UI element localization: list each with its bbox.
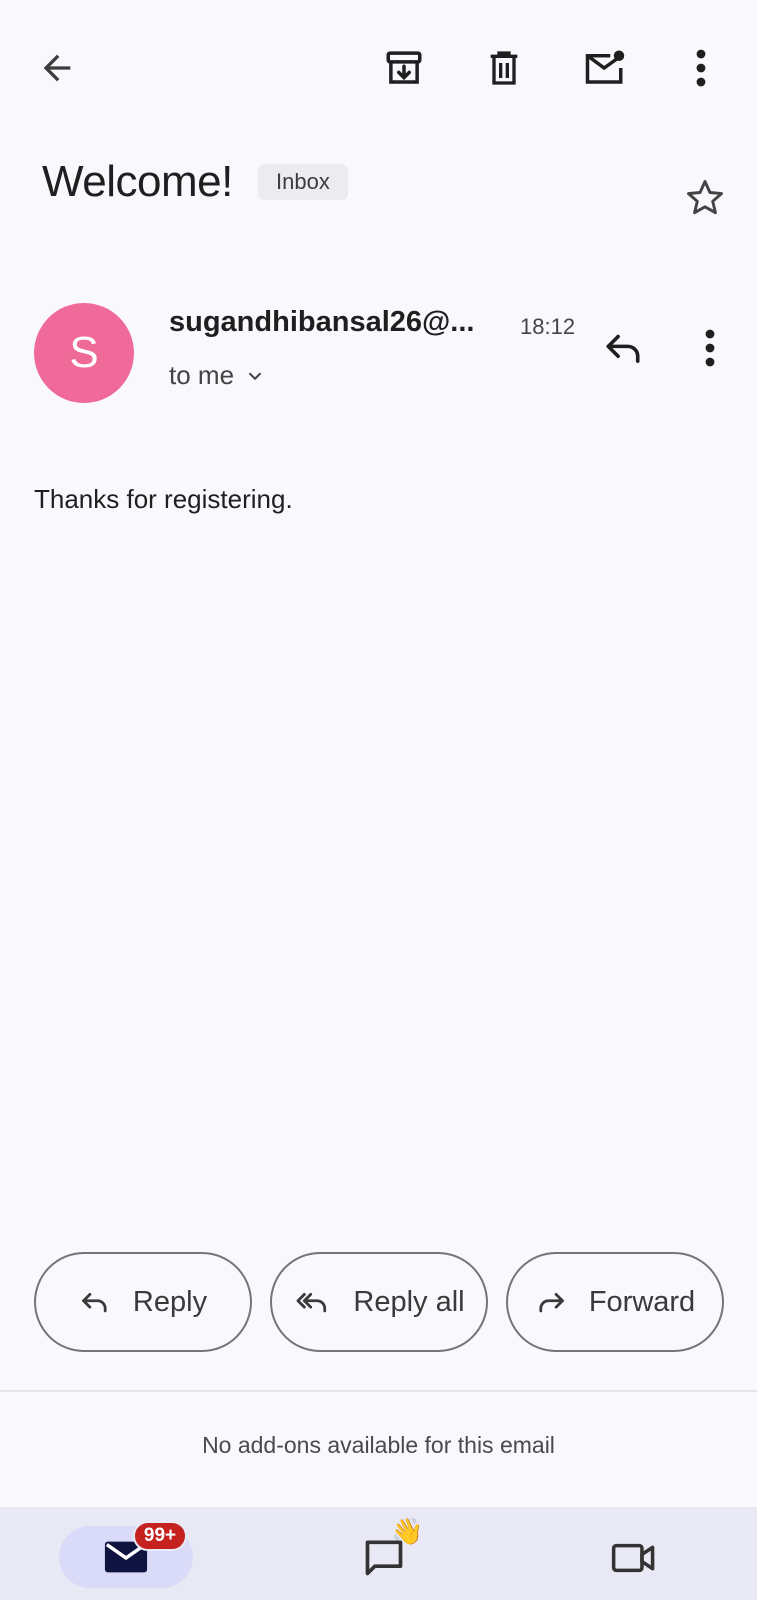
addons-divider <box>0 1390 757 1392</box>
star-icon <box>683 176 727 220</box>
reply-all-icon <box>293 1288 331 1316</box>
sender-name: sugandhibansal26@... <box>169 306 475 338</box>
reply-icon <box>79 1288 111 1316</box>
trash-icon <box>484 47 524 89</box>
forward-icon <box>535 1288 567 1316</box>
reply-button[interactable]: Reply <box>34 1252 252 1352</box>
more-options-button[interactable] <box>677 44 725 92</box>
more-vert-icon <box>695 48 707 88</box>
mark-unread-button[interactable] <box>580 44 630 92</box>
back-arrow-icon <box>37 48 77 88</box>
recipient-details-toggle[interactable]: to me <box>169 360 266 391</box>
reply-all-button[interactable]: Reply all <box>270 1252 488 1352</box>
reply-icon <box>603 330 643 366</box>
back-button[interactable] <box>33 44 81 92</box>
addons-message: No add-ons available for this email <box>202 1432 555 1458</box>
unread-count-badge: 99+ <box>133 1521 187 1551</box>
sender-avatar[interactable]: S <box>34 303 134 403</box>
email-subject: Welcome! <box>42 157 233 206</box>
email-time: 18:12 <box>520 314 576 339</box>
video-camera-icon <box>611 1540 657 1576</box>
more-vert-icon <box>704 328 716 368</box>
reply-label: Reply <box>132 1285 208 1318</box>
inbox-label-chip[interactable]: Inbox <box>258 164 348 200</box>
delete-button[interactable] <box>480 44 528 92</box>
archive-button[interactable] <box>380 44 428 92</box>
forward-button[interactable]: Forward <box>506 1252 724 1352</box>
chevron-down-icon <box>244 365 266 387</box>
quick-reply-button[interactable] <box>597 322 649 374</box>
recipient-label: to me <box>169 360 235 390</box>
email-body: Thanks for registering. <box>34 484 293 514</box>
star-button[interactable] <box>681 174 729 222</box>
message-more-button[interactable] <box>686 322 734 374</box>
reply-all-label: Reply all <box>353 1285 465 1318</box>
mark-unread-icon <box>582 47 628 89</box>
forward-label: Forward <box>588 1285 696 1318</box>
archive-icon <box>383 47 425 89</box>
nav-meet-tab[interactable] <box>606 1530 662 1586</box>
wave-emoji-icon: 👋 <box>391 1516 424 1546</box>
